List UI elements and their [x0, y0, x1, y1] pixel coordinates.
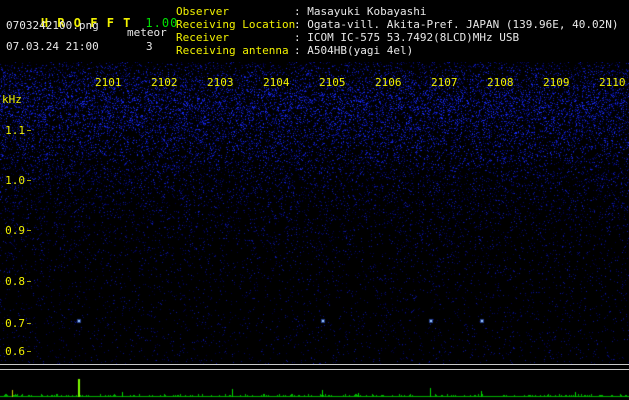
time-tick-label: 2109 — [543, 76, 570, 89]
freq-tick-label: 1.0 — [5, 174, 25, 187]
info-row: Observer : Masayuki Kobayashi — [176, 5, 619, 18]
info-value: : Masayuki Kobayashi — [294, 5, 427, 18]
info-value: : A504HB(yagi 4el) — [294, 44, 414, 57]
station-info: Observer : Masayuki Kobayashi Receiving Lo… — [176, 5, 619, 57]
spectrogram-canvas — [0, 62, 629, 364]
freq-tick-mark — [27, 281, 31, 282]
signal-level-canvas — [0, 370, 629, 400]
info-label: Receiving antenna — [176, 44, 289, 57]
freq-tick-label: 0.6 — [5, 345, 25, 358]
freq-tick-label: 0.7 — [5, 317, 25, 330]
freq-tick-mark — [27, 130, 31, 131]
freq-tick-label: 0.8 — [5, 275, 25, 288]
info-row: Receiver : ICOM IC-575 53.7492(8LCD)MHz U… — [176, 31, 619, 44]
freq-tick-mark — [27, 351, 31, 352]
time-tick-label: 2106 — [375, 76, 402, 89]
freq-tick-label: 1.1 — [5, 124, 25, 137]
time-axis: 2101 2102 2103 2104 2105 2106 2107 2108 2109 2110 — [0, 76, 629, 89]
time-tick-label: 2107 — [431, 76, 458, 89]
mode-label: meteor — [127, 26, 167, 39]
time-tick-label: 2108 — [487, 76, 514, 89]
info-row: Receiving Location: Ogata-vill. Akita-Pr… — [176, 18, 619, 31]
freq-tick-mark — [27, 230, 31, 231]
frequency-axis-unit: kHz — [2, 93, 22, 106]
time-tick-label: 2103 — [207, 76, 234, 89]
info-label: Receiving Location — [176, 18, 296, 31]
time-tick-label: 2102 — [151, 76, 178, 89]
info-value: : Ogata-vill. Akita-Pref. JAPAN (139.96E… — [294, 18, 619, 31]
divider-line-top — [0, 364, 629, 365]
freq-tick-label: 0.9 — [5, 224, 25, 237]
hrofft-output: H R O F F T 1.00 0703242100.png meteor 07… — [0, 0, 629, 400]
info-row: Receiving antenna : A504HB(yagi 4el) — [176, 44, 619, 57]
time-tick-label: 2105 — [319, 76, 346, 89]
freq-tick-mark — [27, 180, 31, 181]
meteor-count: 3 — [146, 40, 153, 53]
frequency-axis: 1.1 1.0 0.9 0.8 0.7 0.6 — [0, 0, 34, 400]
info-label: Observer — [176, 5, 229, 18]
info-label: Receiver — [176, 31, 229, 44]
time-tick-label: 2101 — [95, 76, 122, 89]
freq-tick-mark — [27, 323, 31, 324]
info-value: : ICOM IC-575 53.7492(8LCD)MHz USB — [294, 31, 520, 44]
time-tick-label: 2104 — [263, 76, 290, 89]
time-tick-label: 2110 — [599, 76, 626, 89]
